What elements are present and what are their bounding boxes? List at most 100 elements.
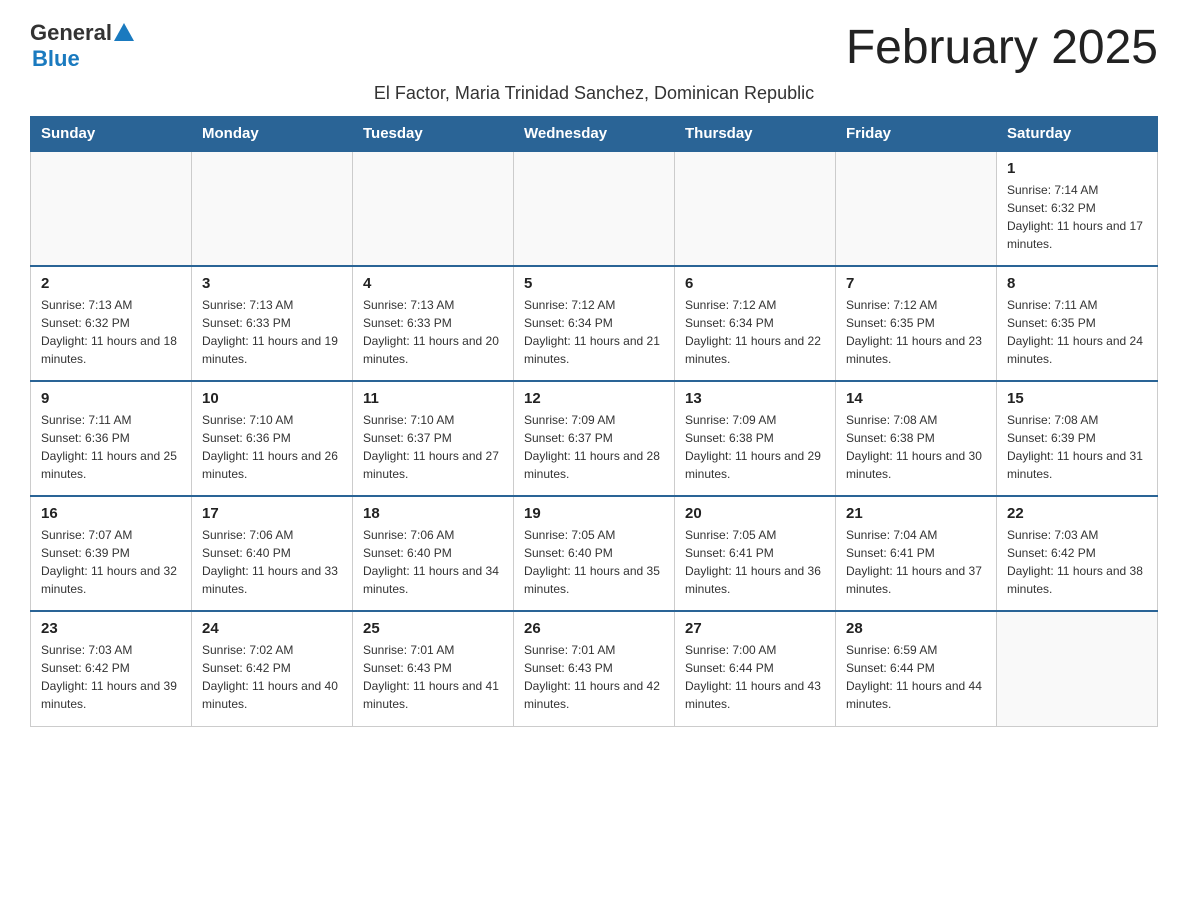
day-number: 15 [1007, 390, 1147, 407]
day-cell: 21 Sunrise: 7:04 AM Sunset: 6:41 PM Dayli… [836, 496, 997, 611]
day-info: Sunrise: 7:01 AM Sunset: 6:43 PM Dayligh… [524, 641, 664, 713]
day-cell [353, 151, 514, 266]
day-cell: 2 Sunrise: 7:13 AM Sunset: 6:32 PM Daylig… [31, 266, 192, 381]
day-number: 7 [846, 275, 986, 292]
day-number: 22 [1007, 505, 1147, 522]
day-cell: 3 Sunrise: 7:13 AM Sunset: 6:33 PM Daylig… [192, 266, 353, 381]
day-cell: 16 Sunrise: 7:07 AM Sunset: 6:39 PM Dayli… [31, 496, 192, 611]
week-row-3: 9Sunrise: 7:11 AM Sunset: 6:36 PM Daylig… [31, 381, 1158, 496]
day-info: Sunrise: 7:05 AM Sunset: 6:41 PM Dayligh… [685, 526, 825, 598]
day-info: Sunrise: 7:14 AM Sunset: 6:32 PM Dayligh… [1007, 181, 1147, 253]
day-cell: 15Sunrise: 7:08 AM Sunset: 6:39 PM Dayli… [997, 381, 1158, 496]
day-cell: 1 Sunrise: 7:14 AM Sunset: 6:32 PM Daylig… [997, 151, 1158, 266]
day-cell: 24 Sunrise: 7:02 AM Sunset: 6:42 PM Dayli… [192, 611, 353, 726]
day-info: Sunrise: 7:11 AM Sunset: 6:35 PM Dayligh… [1007, 296, 1147, 368]
weekday-header-tuesday: Tuesday [353, 117, 514, 152]
day-cell: 19 Sunrise: 7:05 AM Sunset: 6:40 PM Dayli… [514, 496, 675, 611]
weekday-header-saturday: Saturday [997, 117, 1158, 152]
page-header: General Blue February 2025 [30, 20, 1158, 75]
day-number: 2 [41, 275, 181, 292]
week-row-5: 23Sunrise: 7:03 AM Sunset: 6:42 PM Dayli… [31, 611, 1158, 726]
day-cell: 14 Sunrise: 7:08 AM Sunset: 6:38 PM Dayli… [836, 381, 997, 496]
calendar-table: SundayMondayTuesdayWednesdayThursdayFrid… [30, 116, 1158, 727]
day-info: Sunrise: 7:06 AM Sunset: 6:40 PM Dayligh… [363, 526, 503, 598]
day-cell: 9Sunrise: 7:11 AM Sunset: 6:36 PM Daylig… [31, 381, 192, 496]
day-number: 11 [363, 390, 503, 407]
day-info: Sunrise: 7:07 AM Sunset: 6:39 PM Dayligh… [41, 526, 181, 598]
day-number: 13 [685, 390, 825, 407]
day-cell: 10 Sunrise: 7:10 AM Sunset: 6:36 PM Dayli… [192, 381, 353, 496]
day-info: Sunrise: 7:08 AM Sunset: 6:38 PM Dayligh… [846, 411, 986, 483]
day-cell: 4Sunrise: 7:13 AM Sunset: 6:33 PM Daylig… [353, 266, 514, 381]
day-number: 1 [1007, 160, 1147, 177]
day-info: Sunrise: 7:13 AM Sunset: 6:32 PM Dayligh… [41, 296, 181, 368]
day-cell: 6 Sunrise: 7:12 AM Sunset: 6:34 PM Daylig… [675, 266, 836, 381]
day-number: 16 [41, 505, 181, 522]
day-cell: 27Sunrise: 7:00 AM Sunset: 6:44 PM Dayli… [675, 611, 836, 726]
day-cell: 11Sunrise: 7:10 AM Sunset: 6:37 PM Dayli… [353, 381, 514, 496]
day-cell [192, 151, 353, 266]
day-cell: 12Sunrise: 7:09 AM Sunset: 6:37 PM Dayli… [514, 381, 675, 496]
day-info: Sunrise: 7:06 AM Sunset: 6:40 PM Dayligh… [202, 526, 342, 598]
day-cell [514, 151, 675, 266]
day-number: 20 [685, 505, 825, 522]
logo-blue: Blue [32, 46, 80, 72]
day-info: Sunrise: 7:12 AM Sunset: 6:34 PM Dayligh… [524, 296, 664, 368]
logo-triangle-icon [114, 23, 134, 41]
day-number: 10 [202, 390, 342, 407]
weekday-header-thursday: Thursday [675, 117, 836, 152]
day-info: Sunrise: 7:12 AM Sunset: 6:34 PM Dayligh… [685, 296, 825, 368]
day-info: Sunrise: 7:04 AM Sunset: 6:41 PM Dayligh… [846, 526, 986, 598]
day-info: Sunrise: 7:09 AM Sunset: 6:38 PM Dayligh… [685, 411, 825, 483]
day-number: 21 [846, 505, 986, 522]
day-info: Sunrise: 7:01 AM Sunset: 6:43 PM Dayligh… [363, 641, 503, 713]
day-cell [675, 151, 836, 266]
day-cell: 20 Sunrise: 7:05 AM Sunset: 6:41 PM Dayli… [675, 496, 836, 611]
weekday-header-row: SundayMondayTuesdayWednesdayThursdayFrid… [31, 117, 1158, 152]
day-number: 27 [685, 620, 825, 637]
day-cell [31, 151, 192, 266]
day-number: 26 [524, 620, 664, 637]
day-number: 28 [846, 620, 986, 637]
day-info: Sunrise: 7:09 AM Sunset: 6:37 PM Dayligh… [524, 411, 664, 483]
day-info: Sunrise: 7:13 AM Sunset: 6:33 PM Dayligh… [363, 296, 503, 368]
day-info: Sunrise: 6:59 AM Sunset: 6:44 PM Dayligh… [846, 641, 986, 713]
day-number: 9 [41, 390, 181, 407]
day-cell [997, 611, 1158, 726]
day-number: 3 [202, 275, 342, 292]
day-cell: 17 Sunrise: 7:06 AM Sunset: 6:40 PM Dayli… [192, 496, 353, 611]
day-number: 24 [202, 620, 342, 637]
day-number: 8 [1007, 275, 1147, 292]
logo: General Blue [30, 20, 134, 72]
day-number: 14 [846, 390, 986, 407]
week-row-2: 2 Sunrise: 7:13 AM Sunset: 6:32 PM Daylig… [31, 266, 1158, 381]
location-subtitle: El Factor, Maria Trinidad Sanchez, Domin… [30, 83, 1158, 104]
week-row-4: 16 Sunrise: 7:07 AM Sunset: 6:39 PM Dayli… [31, 496, 1158, 611]
day-info: Sunrise: 7:13 AM Sunset: 6:33 PM Dayligh… [202, 296, 342, 368]
day-number: 18 [363, 505, 503, 522]
day-cell: 22 Sunrise: 7:03 AM Sunset: 6:42 PM Dayli… [997, 496, 1158, 611]
weekday-header-monday: Monday [192, 117, 353, 152]
month-title: February 2025 [846, 20, 1158, 75]
day-cell: 26 Sunrise: 7:01 AM Sunset: 6:43 PM Dayli… [514, 611, 675, 726]
day-cell: 18 Sunrise: 7:06 AM Sunset: 6:40 PM Dayli… [353, 496, 514, 611]
day-info: Sunrise: 7:05 AM Sunset: 6:40 PM Dayligh… [524, 526, 664, 598]
day-cell [836, 151, 997, 266]
day-cell: 23Sunrise: 7:03 AM Sunset: 6:42 PM Dayli… [31, 611, 192, 726]
day-info: Sunrise: 7:10 AM Sunset: 6:36 PM Dayligh… [202, 411, 342, 483]
weekday-header-friday: Friday [836, 117, 997, 152]
day-number: 23 [41, 620, 181, 637]
day-number: 17 [202, 505, 342, 522]
day-cell: 13 Sunrise: 7:09 AM Sunset: 6:38 PM Dayli… [675, 381, 836, 496]
day-info: Sunrise: 7:03 AM Sunset: 6:42 PM Dayligh… [1007, 526, 1147, 598]
day-number: 19 [524, 505, 664, 522]
day-info: Sunrise: 7:12 AM Sunset: 6:35 PM Dayligh… [846, 296, 986, 368]
weekday-header-wednesday: Wednesday [514, 117, 675, 152]
day-number: 25 [363, 620, 503, 637]
day-cell: 5 Sunrise: 7:12 AM Sunset: 6:34 PM Daylig… [514, 266, 675, 381]
day-cell: 25 Sunrise: 7:01 AM Sunset: 6:43 PM Dayli… [353, 611, 514, 726]
day-number: 5 [524, 275, 664, 292]
day-number: 6 [685, 275, 825, 292]
day-cell: 8 Sunrise: 7:11 AM Sunset: 6:35 PM Daylig… [997, 266, 1158, 381]
day-info: Sunrise: 7:02 AM Sunset: 6:42 PM Dayligh… [202, 641, 342, 713]
